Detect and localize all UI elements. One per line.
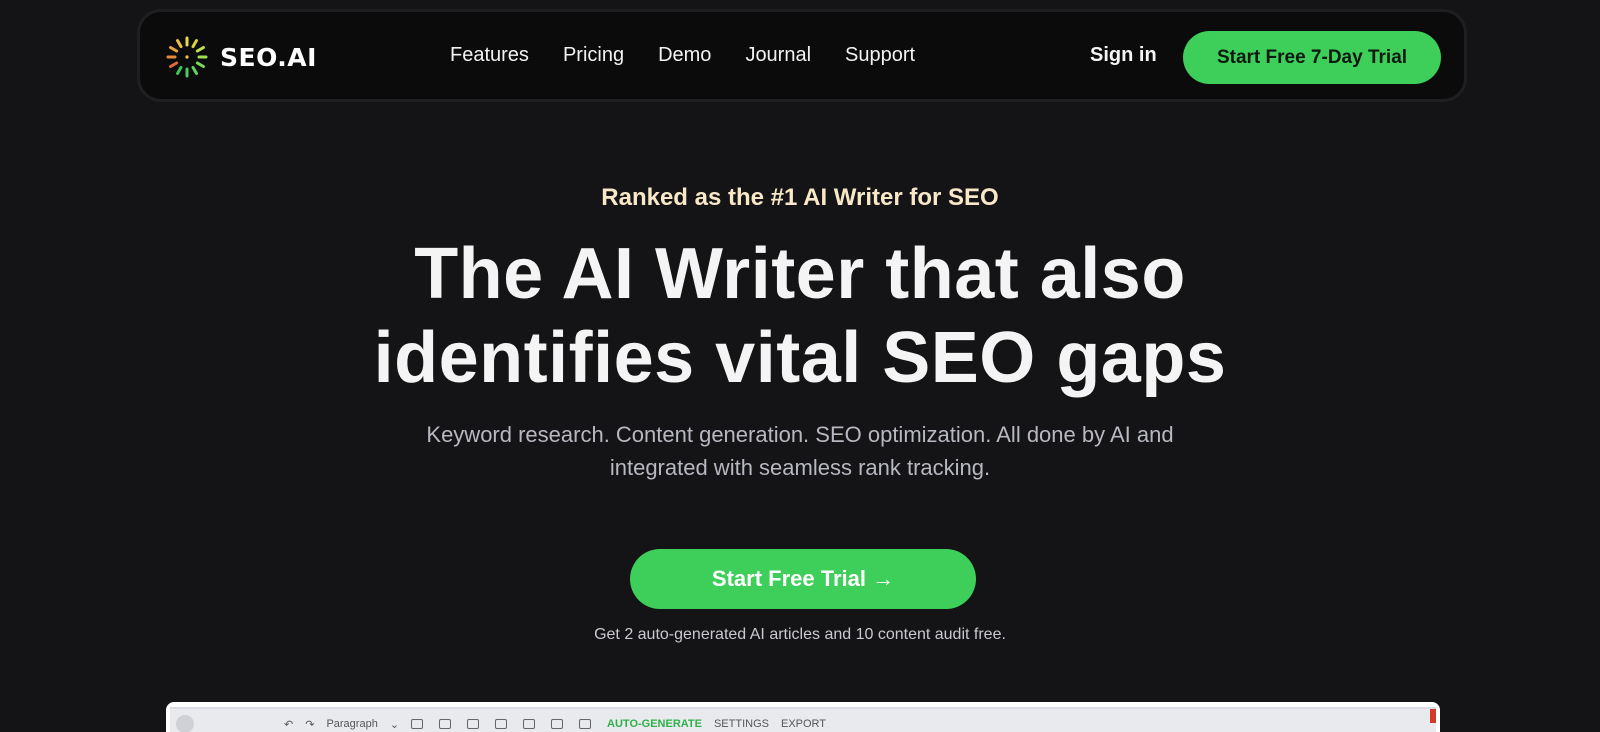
export-label: EXPORT (780, 718, 827, 730)
italic-icon (439, 719, 452, 729)
table-icon (579, 719, 592, 729)
undo-icon: ↶ (284, 718, 294, 731)
trial-note: Get 2 auto-generated AI articles and 10 … (594, 626, 1006, 643)
hero-headline-line-2: identifies vital SEO gaps (373, 318, 1227, 398)
sign-in-link[interactable]: Sign in (1090, 12, 1157, 99)
editor-toolbar: ↶ ↷ Paragraph ⌄ AUTO-GENERATE SETTINGS E… (170, 714, 838, 732)
nav-link-pricing[interactable]: Pricing (563, 44, 624, 67)
nav-link-support[interactable]: Support (845, 44, 915, 67)
back-icon (176, 715, 194, 732)
hero-subheading: Keyword research. Content generation. SE… (426, 422, 1174, 480)
hero-eyebrow: Ranked as the #1 AI Writer for SEO (601, 184, 999, 211)
paragraph-select: Paragraph (326, 718, 378, 730)
hero-headline-line-1: The AI Writer that also (414, 234, 1186, 314)
logo-text: SEO.AI (220, 42, 317, 72)
logo[interactable]: SEO.AI (164, 34, 317, 80)
grid-icon (467, 719, 480, 729)
burst-logo-icon (164, 34, 210, 80)
primary-nav: Features Pricing Demo Journal Support (450, 12, 949, 99)
nav-link-journal[interactable]: Journal (745, 44, 811, 67)
numbered-list-icon (523, 719, 536, 729)
bullet-list-icon (495, 719, 508, 729)
chevron-down-icon: ⌄ (389, 718, 400, 731)
nav-link-features[interactable]: Features (450, 44, 529, 67)
auto-generate-label: AUTO-GENERATE (607, 718, 702, 730)
link-icon (551, 719, 564, 729)
hero-headline: The AI Writer that also identifies vital… (0, 232, 1600, 400)
redo-icon: ↷ (305, 718, 315, 731)
editor-preview-frame: ↶ ↷ Paragraph ⌄ AUTO-GENERATE SETTINGS E… (170, 707, 1436, 732)
editor-preview-image: ↶ ↷ Paragraph ⌄ AUTO-GENERATE SETTINGS E… (166, 702, 1440, 732)
nav-link-demo[interactable]: Demo (658, 44, 711, 67)
start-free-trial-button[interactable]: Start Free Trial → (630, 549, 976, 609)
editor-preview-edge (1430, 709, 1436, 723)
top-navigation-bar: SEO.AI Features Pricing Demo Journal Sup… (137, 9, 1467, 102)
start-trial-button[interactable]: Start Free 7-Day Trial (1183, 31, 1441, 84)
bold-icon (411, 719, 424, 729)
settings-label: SETTINGS (713, 718, 769, 730)
